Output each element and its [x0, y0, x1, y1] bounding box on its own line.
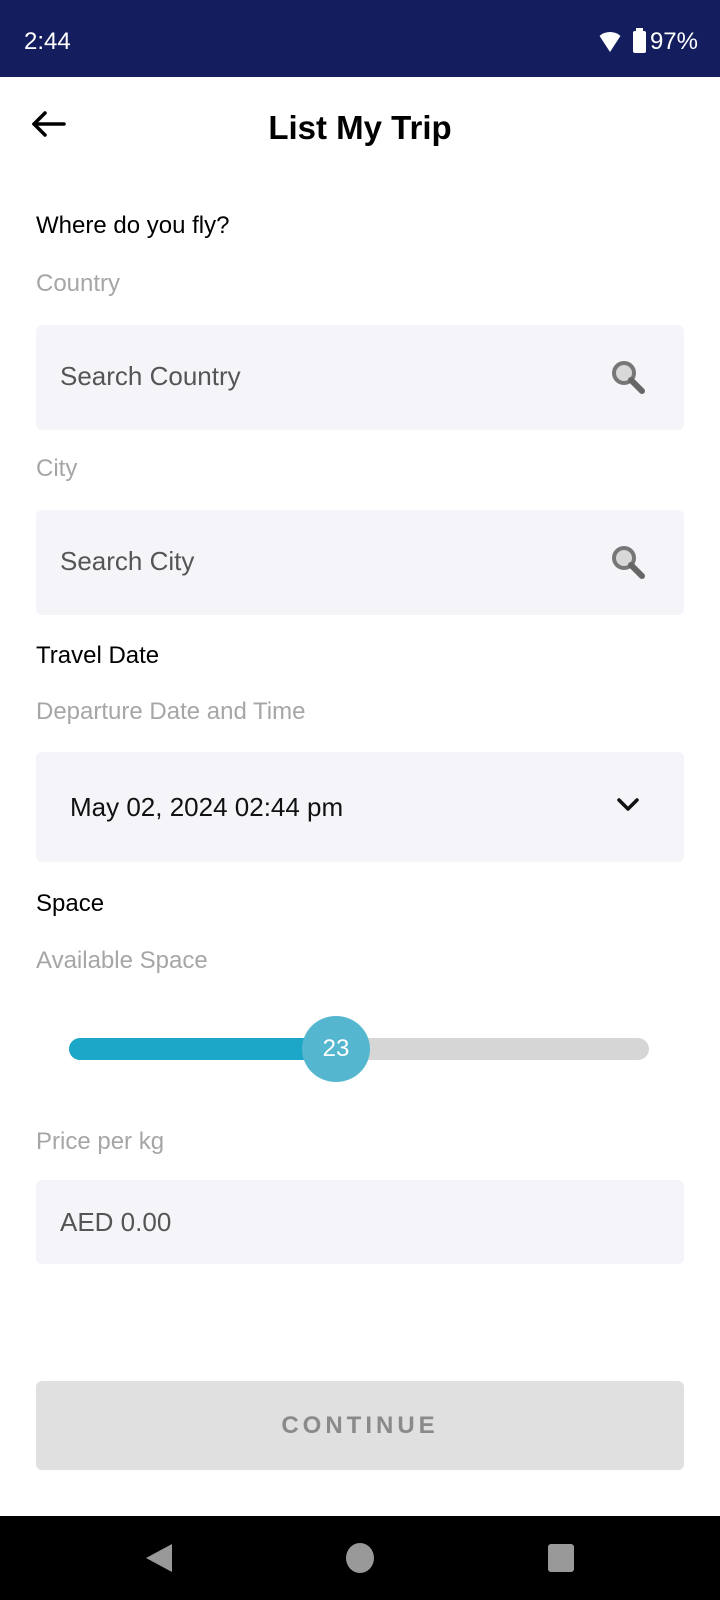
- battery-percent: 97%: [649, 28, 698, 55]
- slider-value: 23: [322, 1035, 350, 1062]
- page-title: List My Trip: [268, 109, 452, 146]
- nav-back-icon[interactable]: [146, 1544, 172, 1572]
- price-label: Price per kg: [36, 1128, 165, 1155]
- continue-button[interactable]: CONTINUE: [36, 1381, 684, 1470]
- city-label: City: [36, 455, 78, 482]
- battery-icon: [632, 28, 646, 53]
- city-placeholder: Search City: [60, 546, 195, 576]
- search-icon[interactable]: [610, 544, 646, 580]
- price-value: AED 0.00: [60, 1207, 172, 1237]
- status-bar: 2:44 97%: [0, 0, 720, 77]
- slider-fill: [69, 1038, 336, 1060]
- price-input[interactable]: AED 0.00: [36, 1180, 684, 1264]
- app-bar: List My Trip: [0, 77, 720, 177]
- wifi-icon: [596, 32, 623, 52]
- status-icons: 97%: [596, 28, 698, 56]
- departure-date-value: May 02, 2024 02:44 pm: [70, 792, 344, 822]
- nav-recents-icon[interactable]: [548, 1544, 574, 1572]
- nav-home-icon[interactable]: [346, 1543, 374, 1573]
- chevron-down-icon: [617, 798, 639, 811]
- departure-date-dropdown[interactable]: May 02, 2024 02:44 pm: [36, 752, 684, 862]
- section-title-where: Where do you fly?: [36, 212, 230, 239]
- country-label: Country: [36, 270, 121, 297]
- available-space-label: Available Space: [36, 947, 208, 974]
- available-space-slider[interactable]: 23: [69, 1016, 649, 1082]
- section-title-space: Space: [36, 890, 105, 917]
- search-icon[interactable]: [610, 359, 646, 395]
- country-placeholder: Search Country: [60, 361, 241, 391]
- system-nav-bar: [0, 1516, 720, 1600]
- departure-label: Departure Date and Time: [36, 698, 306, 725]
- status-time: 2:44: [24, 28, 71, 55]
- section-title-travel-date: Travel Date: [36, 642, 160, 669]
- country-search-input[interactable]: Search Country: [36, 325, 684, 430]
- city-search-input[interactable]: Search City: [36, 510, 684, 615]
- slider-thumb[interactable]: 23: [301, 1016, 370, 1082]
